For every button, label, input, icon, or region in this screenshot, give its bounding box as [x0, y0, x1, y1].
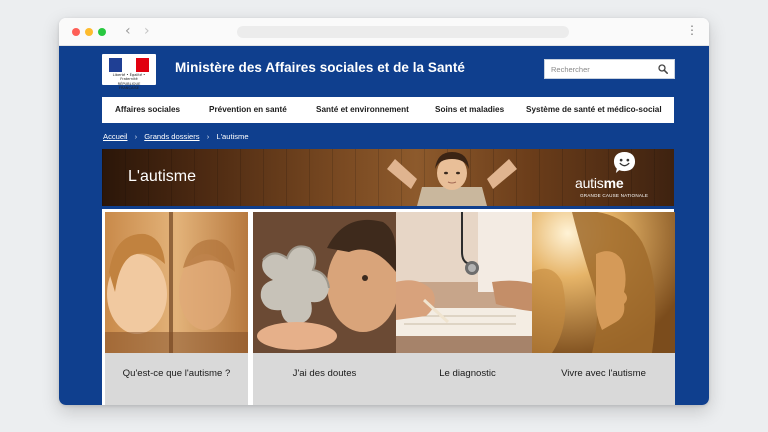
- breadcrumb: Accueil › Grands dossiers › L'autisme: [103, 132, 249, 141]
- tile-photo-puzzle-piece: [253, 212, 396, 353]
- nav-item-systeme-sante[interactable]: Système de santé et médico-social: [526, 105, 662, 114]
- nav-item-affaires-sociales[interactable]: Affaires sociales: [115, 105, 180, 114]
- tile-label: J'ai des doutes: [253, 353, 396, 405]
- nav-item-prevention-sante[interactable]: Prévention en santé: [209, 105, 287, 114]
- page-title: L'autisme: [128, 168, 196, 185]
- autisme-grande-cause-badge: autisme GRANDE CAUSE NATIONALE: [572, 149, 658, 206]
- breadcrumb-current: L'autisme: [216, 132, 249, 141]
- minimize-window-button[interactable]: [85, 28, 93, 36]
- chevron-left-icon[interactable]: ‹: [125, 23, 131, 39]
- browser-toolbar: ‹ › ⋮: [59, 18, 709, 46]
- kebab-menu-icon[interactable]: ⋮: [686, 24, 698, 36]
- smiley-icon: [613, 151, 636, 174]
- tile-label: Vivre avec l'autisme: [532, 353, 675, 405]
- tile-quest-ce-que-autisme[interactable]: Qu'est-ce que l'autisme ?: [105, 212, 248, 405]
- address-bar[interactable]: [237, 26, 569, 38]
- breadcrumb-separator: ›: [206, 132, 210, 141]
- hero-banner: L'autisme autisme GRANDE CAUSE NATIONALE: [102, 149, 674, 206]
- tile-vivre-avec-autisme[interactable]: Vivre avec l'autisme: [532, 212, 675, 405]
- tile-photo-child-window: [105, 212, 248, 353]
- search-input[interactable]: [545, 60, 655, 78]
- breadcrumb-link-accueil[interactable]: Accueil: [103, 132, 127, 141]
- badge-subtitle: GRANDE CAUSE NATIONALE: [580, 193, 649, 198]
- tile-photo-doctor-writing: [396, 212, 539, 353]
- tile-label: Qu'est-ce que l'autisme ?: [105, 353, 248, 405]
- marianne-logo[interactable]: Liberté • Égalité • Fraternité RÉPUBLIQU…: [102, 54, 156, 90]
- close-window-button[interactable]: [72, 28, 80, 36]
- tile-photo-woman-profile: [532, 212, 675, 353]
- nav-item-soins-maladies[interactable]: Soins et maladies: [435, 105, 504, 114]
- breadcrumb-separator: ›: [134, 132, 138, 141]
- breadcrumb-link-grands-dossiers[interactable]: Grands dossiers: [144, 132, 199, 141]
- main-navigation: Affaires sociales Prévention en santé Sa…: [102, 97, 674, 123]
- tile-le-diagnostic[interactable]: Le diagnostic: [396, 212, 539, 405]
- search-icon[interactable]: [658, 64, 668, 74]
- maximize-window-button[interactable]: [98, 28, 106, 36]
- website: Liberté • Égalité • Fraternité RÉPUBLIQU…: [59, 46, 709, 405]
- browser-window: ‹ › ⋮ Liberté • Égalité • Fraternité RÉP…: [59, 18, 709, 405]
- chevron-right-icon[interactable]: ›: [144, 23, 150, 39]
- site-title[interactable]: Ministère des Affaires sociales et de la…: [175, 60, 465, 75]
- boy-lying-photo: [387, 152, 517, 206]
- badge-wordmark: autisme: [575, 175, 624, 191]
- topic-tiles: Qu'est-ce que l'autisme ? J'ai des doute…: [102, 209, 675, 405]
- french-flag-icon: [109, 58, 149, 72]
- logo-text: Liberté • Égalité • Fraternité RÉPUBLIQU…: [112, 73, 146, 91]
- tile-jai-des-doutes[interactable]: J'ai des doutes: [253, 212, 396, 405]
- search-box: [544, 59, 675, 79]
- tile-label: Le diagnostic: [396, 353, 539, 405]
- nav-item-sante-environnement[interactable]: Santé et environnement: [316, 105, 409, 114]
